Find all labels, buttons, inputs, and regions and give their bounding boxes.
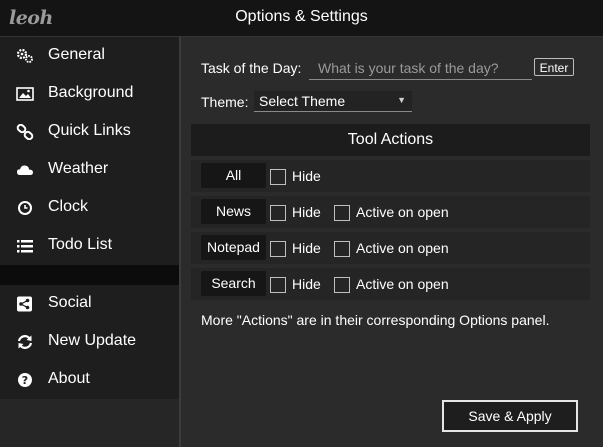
action-button-all[interactable]: All (201, 163, 266, 188)
hide-label: Hide (292, 240, 321, 256)
hide-label: Hide (292, 168, 321, 184)
tool-actions-note: More "Actions" are in their correspondin… (201, 312, 550, 328)
save-apply-button[interactable]: Save & Apply (442, 400, 578, 432)
task-input[interactable] (309, 57, 532, 80)
tool-actions-heading: Tool Actions (191, 124, 590, 156)
sidebar-item-label: Clock (48, 198, 89, 215)
action-row-notepad: Notepad Hide Active on open (191, 232, 590, 264)
page-title: Options & Settings (235, 8, 368, 25)
sidebar-item-social[interactable]: Social (0, 285, 179, 323)
sidebar-item-weather[interactable]: Weather (0, 151, 179, 189)
sidebar-item-label: Background (48, 84, 134, 101)
theme-select[interactable]: Select Theme ▼ (254, 91, 412, 112)
list-icon (17, 240, 33, 253)
sidebar-item-clock[interactable]: Clock (0, 189, 179, 227)
sidebar-item-general[interactable]: General (0, 37, 179, 75)
sidebar-item-new-update[interactable]: New Update (0, 323, 179, 361)
question-icon: ? (18, 373, 32, 387)
sidebar-item-label: About (48, 370, 90, 387)
options-panel: Task of the Day: Enter Theme: Select The… (181, 37, 603, 447)
theme-label: Theme: (201, 94, 249, 110)
theme-select-value: Select Theme (259, 93, 346, 109)
refresh-icon (17, 335, 33, 349)
sidebar: General Background Quick Links Weather C… (0, 37, 181, 447)
hide-checkbox-news[interactable] (270, 205, 286, 221)
active-on-open-label: Active on open (356, 204, 449, 220)
clock-icon (18, 201, 32, 215)
sidebar-item-quick-links[interactable]: Quick Links (0, 113, 179, 151)
sidebar-item-label: Weather (48, 160, 109, 177)
active-on-open-label: Active on open (356, 276, 449, 292)
enter-button[interactable]: Enter (534, 58, 574, 76)
sidebar-item-label: General (48, 46, 105, 63)
active-on-open-label: Active on open (356, 240, 449, 256)
action-row-news: News Hide Active on open (191, 196, 590, 228)
active-on-open-checkbox-news[interactable] (334, 205, 350, 221)
hide-checkbox-all[interactable] (270, 169, 286, 185)
title-bar: leoh Options & Settings (0, 0, 603, 37)
sidebar-item-label: Social (48, 294, 92, 311)
svg-text:?: ? (22, 374, 28, 387)
sidebar-item-about[interactable]: ? About (0, 361, 179, 399)
gears-icon (16, 48, 33, 63)
hide-label: Hide (292, 204, 321, 220)
action-button-search[interactable]: Search (201, 271, 266, 296)
sidebar-item-label: Todo List (48, 236, 113, 253)
share-icon (17, 296, 32, 312)
sidebar-item-label: Quick Links (48, 122, 131, 139)
action-button-news[interactable]: News (201, 199, 266, 224)
action-row-search: Search Hide Active on open (191, 268, 590, 300)
action-button-notepad[interactable]: Notepad (201, 235, 266, 260)
task-label: Task of the Day: (201, 60, 302, 76)
sidebar-item-label: New Update (48, 332, 137, 349)
action-row-all: All Hide (191, 160, 590, 192)
hide-checkbox-search[interactable] (270, 277, 286, 293)
hide-checkbox-notepad[interactable] (270, 241, 286, 257)
cloud-icon (17, 165, 33, 175)
sidebar-item-background[interactable]: Background (0, 75, 179, 113)
image-icon (16, 87, 34, 101)
active-on-open-checkbox-search[interactable] (334, 277, 350, 293)
hide-label: Hide (292, 276, 321, 292)
sidebar-divider (0, 265, 179, 285)
active-on-open-checkbox-notepad[interactable] (334, 241, 350, 257)
link-icon (16, 124, 34, 140)
chevron-down-icon: ▼ (397, 95, 406, 105)
sidebar-item-todo-list[interactable]: Todo List (0, 227, 179, 265)
